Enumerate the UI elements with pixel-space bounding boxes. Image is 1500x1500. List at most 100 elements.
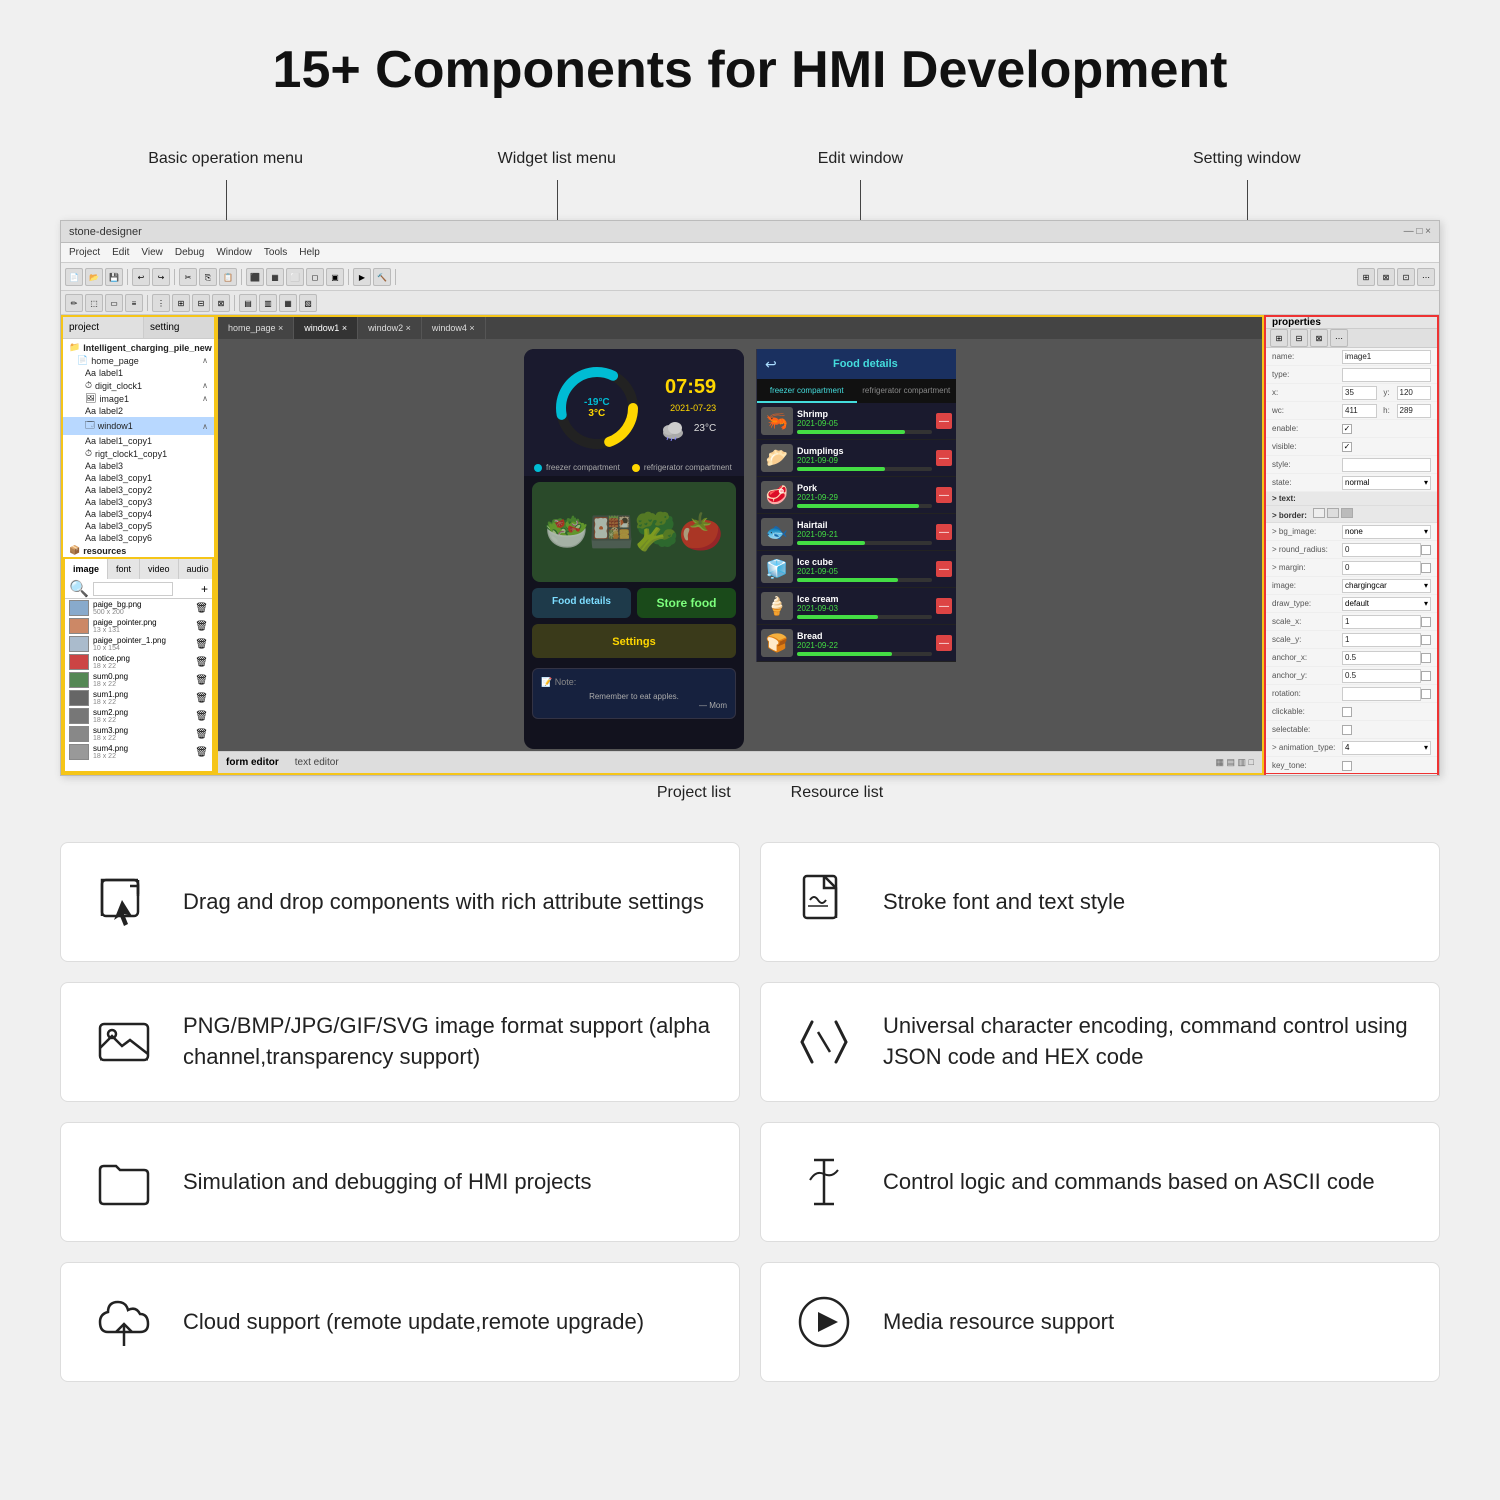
- prop-toolbar-btn4[interactable]: ⋯: [1330, 329, 1348, 347]
- toolbar2-btn-10[interactable]: ▥: [259, 294, 277, 312]
- back-arrow[interactable]: ↩: [765, 356, 777, 373]
- prop-roundradius-value[interactable]: 0: [1342, 543, 1421, 557]
- resource-item-7[interactable]: sum3.png 18 x 22 🗑: [65, 725, 212, 743]
- toolbar2-btn-8[interactable]: ⊠: [212, 294, 230, 312]
- toolbar-btn-run[interactable]: ▶: [353, 268, 371, 286]
- resource-item-0[interactable]: paige_bg.png 500 x 200 🗑: [65, 599, 212, 617]
- tab-window4[interactable]: window4 ×: [422, 317, 486, 339]
- toolbar-btn-build[interactable]: 🔨: [373, 268, 391, 286]
- toolbar-btn-r2[interactable]: ⊠: [1377, 268, 1395, 286]
- toolbar2-btn-2[interactable]: ⬚: [85, 294, 103, 312]
- toolbar-btn-open[interactable]: 📂: [85, 268, 103, 286]
- prop-toolbar-btn2[interactable]: ⊟: [1290, 329, 1308, 347]
- tab-freezer[interactable]: freezer compartment: [757, 379, 857, 403]
- tree-item-label3-c5[interactable]: Aalabel3_copy5: [63, 520, 214, 532]
- menu-window[interactable]: Window: [216, 247, 252, 258]
- tree-item-label3-c2[interactable]: Aalabel3_copy2: [63, 484, 214, 496]
- prop-scalex-value[interactable]: 1: [1342, 615, 1421, 629]
- prop-margin-value[interactable]: 0: [1342, 561, 1421, 575]
- prop-anchory-value[interactable]: 0.5: [1342, 669, 1421, 683]
- tree-item-label3-c3[interactable]: Aalabel3_copy3: [63, 496, 214, 508]
- delete-resource-1[interactable]: 🗑: [195, 621, 208, 632]
- toolbar-btn-r4[interactable]: ⋯: [1417, 268, 1435, 286]
- tree-item-rigt-clock[interactable]: ⏱rigt_clock1_copy1: [63, 447, 214, 460]
- del-bread[interactable]: —: [936, 635, 952, 651]
- tree-item-label3-c1[interactable]: Aalabel3_copy1: [63, 472, 214, 484]
- menu-tools[interactable]: Tools: [264, 247, 287, 258]
- prop-clickable-cb[interactable]: [1342, 707, 1352, 717]
- tree-item-label1[interactable]: Aalabel1: [63, 367, 214, 379]
- delete-resource-8[interactable]: 🗑: [195, 747, 208, 758]
- tree-item-digit-clock1[interactable]: ⏱digit_clock1∧: [63, 379, 214, 392]
- toolbar-btn-3[interactable]: ⬜: [286, 268, 304, 286]
- delete-resource-5[interactable]: 🗑: [195, 693, 208, 704]
- toolbar-btn-1[interactable]: ⬛: [246, 268, 264, 286]
- prop-w-value[interactable]: 411: [1342, 404, 1377, 418]
- toolbar2-btn-4[interactable]: ≡: [125, 294, 143, 312]
- delete-resource-2[interactable]: 🗑: [195, 639, 208, 650]
- prop-rotation-value[interactable]: [1342, 687, 1421, 701]
- resource-tab-font[interactable]: font: [108, 559, 140, 579]
- prop-anchorx-value[interactable]: 0.5: [1342, 651, 1421, 665]
- toolbar2-btn-9[interactable]: ▤: [239, 294, 257, 312]
- prop-visible-checkbox[interactable]: ✓: [1342, 442, 1352, 452]
- tree-item-label2[interactable]: Aalabel2: [63, 405, 214, 417]
- prop-image-select[interactable]: chargingcar▾: [1342, 579, 1431, 593]
- resource-item-2[interactable]: paige_pointer_1.png 10 x 154 🗑: [65, 635, 212, 653]
- prop-roundradius-cb[interactable]: [1421, 545, 1431, 555]
- delete-resource-3[interactable]: 🗑: [195, 657, 208, 668]
- tree-item-label1-copy1[interactable]: Aalabel1_copy1: [63, 435, 214, 447]
- tab-window2[interactable]: window2 ×: [358, 317, 422, 339]
- tree-item-root[interactable]: 📁Intelligent_charging_pile_new: [63, 341, 214, 354]
- prop-keytone-cb[interactable]: [1342, 761, 1352, 771]
- tab-window1[interactable]: window1 ×: [294, 317, 358, 339]
- delete-resource-7[interactable]: 🗑: [195, 729, 208, 740]
- prop-selectable-cb[interactable]: [1342, 725, 1352, 735]
- bottom-tab-form[interactable]: form editor: [226, 757, 279, 768]
- toolbar-btn-r3[interactable]: ⊡: [1397, 268, 1415, 286]
- del-icecube[interactable]: —: [936, 561, 952, 577]
- tab-homepage[interactable]: home_page ×: [218, 317, 294, 339]
- toolbar-btn-new[interactable]: 📄: [65, 268, 83, 286]
- store-food-btn[interactable]: Store food: [637, 588, 736, 618]
- delete-resource-4[interactable]: 🗑: [195, 675, 208, 686]
- toolbar-btn-r1[interactable]: ⊞: [1357, 268, 1375, 286]
- resource-tab-audio[interactable]: audio: [179, 559, 218, 579]
- prop-y-value[interactable]: 120: [1397, 386, 1432, 400]
- prop-toolbar-btn3[interactable]: ⊠: [1310, 329, 1328, 347]
- toolbar-btn-copy[interactable]: ⎘: [199, 268, 217, 286]
- resource-item-1[interactable]: paige_pointer.png 13 x 131 🗑: [65, 617, 212, 635]
- bottom-tab-text[interactable]: text editor: [295, 757, 339, 768]
- toolbar2-btn-11[interactable]: ▦: [279, 294, 297, 312]
- tree-item-label3-c6[interactable]: Aalabel3_copy6: [63, 532, 214, 544]
- del-hairtail[interactable]: —: [936, 524, 952, 540]
- tree-item-label3-c4[interactable]: Aalabel3_copy4: [63, 508, 214, 520]
- toolbar-btn-4[interactable]: ◻: [306, 268, 324, 286]
- prop-scaley-cb[interactable]: [1421, 635, 1431, 645]
- toolbar-btn-5[interactable]: ▣: [326, 268, 344, 286]
- toolbar2-btn-6[interactable]: ⊞: [172, 294, 190, 312]
- prop-x-value[interactable]: 35: [1342, 386, 1377, 400]
- toolbar-btn-undo[interactable]: ↩: [132, 268, 150, 286]
- resource-item-8[interactable]: sum4.png 18 x 22 🗑: [65, 743, 212, 761]
- prop-toolbar-btn1[interactable]: ⊞: [1270, 329, 1288, 347]
- prop-h-value[interactable]: 289: [1397, 404, 1432, 418]
- resource-item-4[interactable]: sum0.png 18 x 22 🗑: [65, 671, 212, 689]
- toolbar2-btn-12[interactable]: ▧: [299, 294, 317, 312]
- prop-anchory-cb[interactable]: [1421, 671, 1431, 681]
- prop-scalex-cb[interactable]: [1421, 617, 1431, 627]
- resource-tab-image[interactable]: image: [65, 559, 108, 579]
- toolbar2-btn-5[interactable]: ⋮: [152, 294, 170, 312]
- toolbar2-btn-3[interactable]: ▭: [105, 294, 123, 312]
- toolbar-btn-redo[interactable]: ↪: [152, 268, 170, 286]
- prop-bgimage-select[interactable]: none▾: [1342, 525, 1431, 539]
- toolbar2-btn-7[interactable]: ⊟: [192, 294, 210, 312]
- resource-search-input[interactable]: [93, 582, 173, 596]
- prop-state-select[interactable]: normal▾: [1342, 476, 1431, 490]
- settings-btn[interactable]: Settings: [532, 624, 736, 658]
- resource-item-6[interactable]: sum2.png 18 x 22 🗑: [65, 707, 212, 725]
- tree-item-homepage[interactable]: 📄home_page∧: [63, 354, 214, 367]
- resource-item-3[interactable]: notice.png 18 x 22 🗑: [65, 653, 212, 671]
- menu-view[interactable]: View: [141, 247, 163, 258]
- delete-resource-0[interactable]: 🗑: [195, 603, 208, 614]
